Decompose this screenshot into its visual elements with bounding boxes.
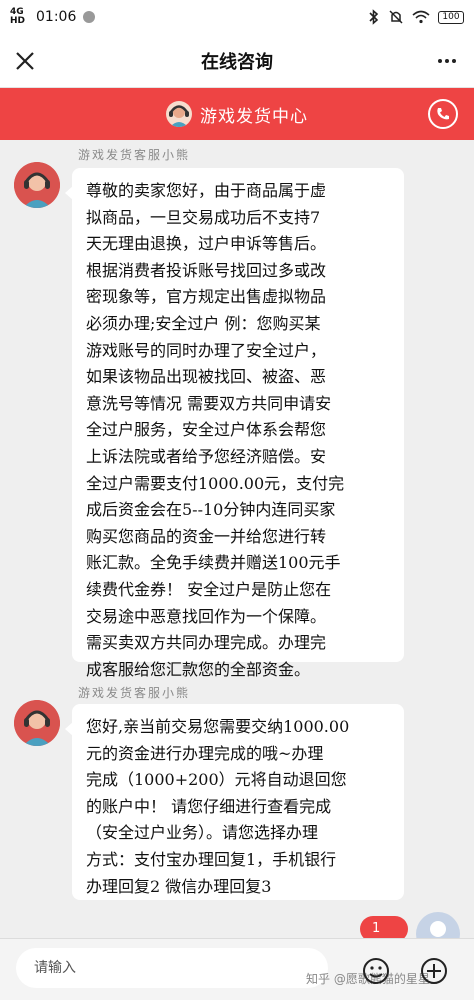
mute-icon bbox=[389, 10, 403, 24]
agent-avatar-icon[interactable] bbox=[14, 162, 60, 208]
input-bar: 请输入 bbox=[0, 938, 474, 1000]
wifi-icon bbox=[412, 10, 430, 24]
network-indicator: 4G HD bbox=[10, 7, 26, 26]
message-sender: 游戏发货客服小熊 bbox=[78, 148, 191, 162]
more-icon[interactable] bbox=[434, 48, 460, 74]
message-bubble: 尊敬的卖家您好，由于商品属于虚 拟商品，一旦交易成功后不支持7 天无理由退换，过… bbox=[65, 168, 404, 679]
page-title: 在线咨询 bbox=[201, 51, 273, 73]
bluetooth-icon bbox=[369, 9, 379, 25]
notification-icon bbox=[83, 11, 96, 23]
status-time: 01:06 bbox=[36, 9, 77, 25]
phone-icon[interactable] bbox=[428, 99, 458, 129]
banner-title: 游戏发货中心 bbox=[200, 106, 308, 127]
agent-avatar-icon[interactable] bbox=[14, 700, 60, 746]
emoji-icon[interactable] bbox=[362, 957, 390, 985]
message-input[interactable]: 请输入 bbox=[16, 948, 328, 988]
message-bubble: 您好,亲当前交易您需要交纳1000.00 元的资金进行办理完成的哦~办理 完成（… bbox=[65, 704, 404, 900]
battery-icon: 100 bbox=[438, 10, 464, 24]
message-sender: 游戏发货客服小熊 bbox=[78, 686, 191, 700]
agent-avatar-icon bbox=[166, 101, 192, 127]
service-banner: 游戏发货中心 bbox=[0, 88, 474, 140]
close-icon[interactable] bbox=[12, 48, 38, 74]
add-icon[interactable] bbox=[420, 957, 448, 985]
status-bar: 4G HD 01:06 100 bbox=[0, 0, 474, 34]
battery-level: 100 bbox=[442, 11, 460, 22]
top-bar: 在线咨询 bbox=[0, 34, 474, 88]
